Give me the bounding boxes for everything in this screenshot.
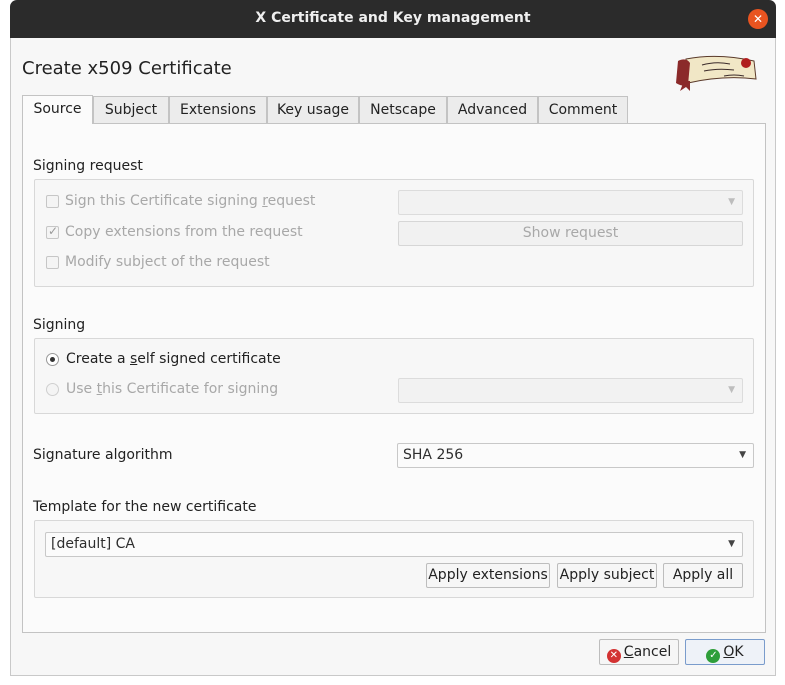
- chevron-down-icon: ▼: [728, 539, 735, 549]
- apply-subject-button[interactable]: Apply subject: [557, 563, 657, 588]
- self-signed-label: Create a self signed certificate: [66, 351, 281, 367]
- source-tab-panel: Signing request Sign this Certificate si…: [22, 123, 766, 633]
- signature-algorithm-label: Signature algorithm: [33, 447, 173, 463]
- copy-extensions-checkbox[interactable]: [46, 224, 59, 239]
- signing-request-group: Sign this Certificate signing request ▼ …: [34, 179, 754, 287]
- chevron-down-icon: ▼: [728, 197, 735, 207]
- certificate-scroll-logo: [676, 55, 757, 91]
- signature-algorithm-select[interactable]: SHA 256 ▼: [397, 443, 754, 468]
- create-certificate-dialog: Create x509 Certificate Source Subject E…: [10, 38, 776, 676]
- tab-advanced[interactable]: Advanced: [447, 96, 538, 123]
- close-icon: ✕: [752, 12, 764, 26]
- window-titlebar: X Certificate and Key management ✕: [10, 0, 776, 38]
- copy-extensions-label: Copy extensions from the request: [65, 224, 303, 240]
- use-certificate-radio[interactable]: [46, 383, 59, 396]
- sign-csr-label: Sign this Certificate signing request: [65, 193, 316, 209]
- use-certificate-label: Use this Certificate for signing: [66, 381, 279, 397]
- cancel-button[interactable]: ✕ Cancel: [599, 639, 679, 665]
- ok-button[interactable]: ✓ OK: [685, 639, 765, 665]
- template-group: [default] CA ▼ Apply extensions Apply sub…: [34, 520, 754, 598]
- sign-csr-checkbox[interactable]: [46, 195, 59, 208]
- tab-key-usage[interactable]: Key usage: [267, 96, 359, 123]
- signing-title: Signing: [33, 317, 86, 333]
- apply-all-button[interactable]: Apply all: [663, 563, 743, 588]
- template-select[interactable]: [default] CA ▼: [45, 532, 743, 557]
- modify-subject-label: Modify subject of the request: [65, 254, 270, 270]
- tab-extensions[interactable]: Extensions: [169, 96, 267, 123]
- chevron-down-icon: ▼: [739, 450, 746, 460]
- self-signed-radio[interactable]: [46, 353, 59, 366]
- signing-certificate-select[interactable]: ▼: [398, 378, 743, 403]
- close-window-button[interactable]: ✕: [748, 9, 768, 29]
- tab-netscape[interactable]: Netscape: [359, 96, 447, 123]
- tab-source[interactable]: Source: [22, 95, 93, 124]
- signing-group: Create a self signed certificate Use thi…: [34, 338, 754, 414]
- checkmark-icon: ✓: [706, 649, 721, 663]
- window-title: X Certificate and Key management: [255, 10, 531, 26]
- apply-extensions-button[interactable]: Apply extensions: [426, 563, 550, 588]
- signing-request-title: Signing request: [33, 158, 143, 174]
- show-request-button[interactable]: Show request: [398, 221, 743, 246]
- template-title: Template for the new certificate: [33, 499, 257, 515]
- modify-subject-checkbox[interactable]: [46, 256, 59, 269]
- chevron-down-icon: ▼: [728, 385, 735, 395]
- tab-subject[interactable]: Subject: [93, 96, 169, 123]
- tab-comment[interactable]: Comment: [538, 96, 628, 123]
- cancel-icon: ✕: [606, 649, 621, 663]
- csr-select[interactable]: ▼: [398, 190, 743, 215]
- dialog-heading: Create x509 Certificate: [22, 58, 232, 79]
